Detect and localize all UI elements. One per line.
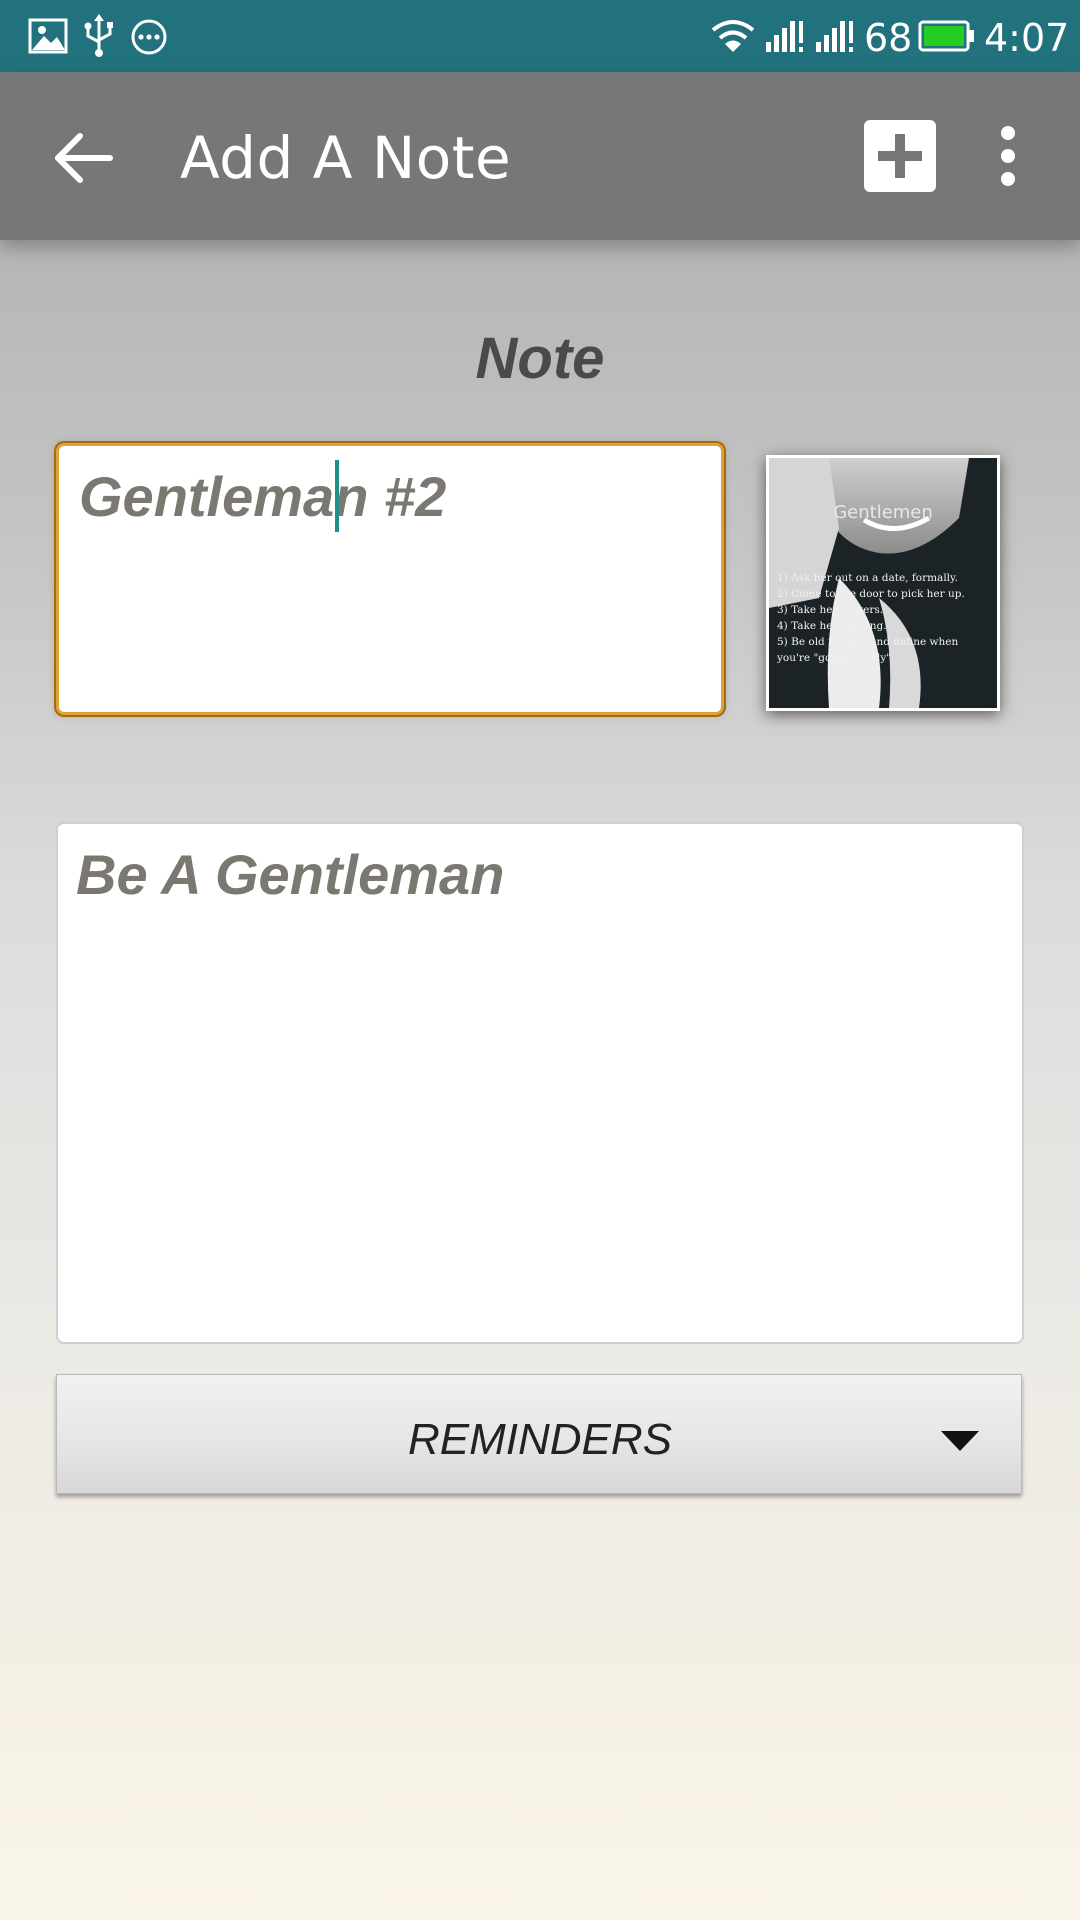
page-title: Add A Note: [180, 124, 512, 192]
attached-image-line: 1) Ask her out on a date, formally.: [777, 572, 958, 584]
attached-image-line: 5) Be old fashion and define when: [777, 636, 959, 648]
attached-image-line: 4) Take her dancing.: [777, 620, 887, 632]
arrow-left-icon: [55, 133, 113, 183]
battery-icon: [918, 20, 974, 52]
note-body-input[interactable]: Be A Gentleman: [56, 822, 1024, 1344]
signal-1-icon: [766, 21, 803, 52]
reminders-dropdown[interactable]: REMINDERS: [56, 1374, 1022, 1494]
note-title-text: Gentleman #2: [79, 465, 447, 528]
plus-icon: [878, 134, 922, 178]
reminders-label: REMINDERS: [407, 1415, 673, 1464]
attached-image-line: you're "going steady": [777, 652, 892, 664]
battery-percent: 68: [864, 16, 913, 60]
signal-2-icon: [816, 21, 853, 52]
wifi-icon: [711, 20, 755, 52]
dropdown-arrow-icon: [941, 1431, 979, 1451]
note-body-text: Be A Gentleman: [76, 843, 505, 906]
usb-icon: [84, 14, 113, 57]
attached-image[interactable]: Gentlemen 1) Ask her out on a date, form…: [766, 455, 1000, 711]
back-button[interactable]: [44, 118, 124, 198]
attached-image-line: 2) Come to the door to pick her up.: [777, 588, 965, 600]
note-title-input[interactable]: Gentleman #2: [56, 443, 724, 715]
add-note-button[interactable]: [864, 120, 936, 192]
status-bar: 68 4:07: [0, 0, 1080, 72]
clock: 4:07: [984, 16, 1070, 60]
form-heading: Note: [475, 326, 605, 391]
app-bar: Add A Note: [0, 72, 1080, 240]
more-horiz-icon: [131, 19, 167, 55]
attached-image-line: 3) Take her flowers.: [777, 604, 884, 616]
attached-image-title: Gentlemen: [833, 502, 933, 523]
attached-image-picture: Gentlemen 1) Ask her out on a date, form…: [769, 458, 997, 708]
image-icon: [28, 18, 68, 54]
overflow-menu-button[interactable]: [990, 120, 1026, 192]
text-cursor: [335, 460, 339, 532]
